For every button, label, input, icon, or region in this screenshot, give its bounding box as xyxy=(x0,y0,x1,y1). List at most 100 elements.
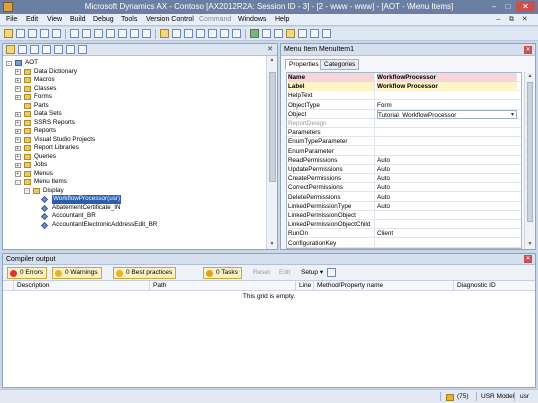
column-path[interactable]: Path xyxy=(149,281,295,291)
property-row[interactable]: Object Tutorial_WorkflowProcessor ▾ xyxy=(287,109,521,119)
tab-categories[interactable]: Categories xyxy=(320,59,360,70)
property-row[interactable]: HelpText xyxy=(287,91,521,101)
property-value[interactable] xyxy=(377,119,517,128)
property-row[interactable]: EnumTypeParameter xyxy=(287,137,521,147)
save-all-icon[interactable] xyxy=(28,29,37,38)
settings-icon[interactable] xyxy=(322,29,331,38)
run-icon[interactable] xyxy=(262,29,271,38)
mdi-restore-icon[interactable]: ⧉ xyxy=(507,15,516,24)
property-value[interactable] xyxy=(377,211,517,220)
compile-icon[interactable] xyxy=(250,29,259,38)
aot-node[interactable]: Parts xyxy=(3,102,265,111)
collapse-icon[interactable]: - xyxy=(6,60,12,66)
property-value[interactable]: Form xyxy=(377,101,517,110)
property-value[interactable]: Workflow Processor xyxy=(377,82,517,92)
property-row[interactable]: LinkedPermissionObjectChild xyxy=(287,220,521,230)
property-row[interactable]: Label Workflow Processor xyxy=(287,82,521,92)
breakpoint-icon[interactable] xyxy=(274,29,283,38)
aot-node[interactable]: WorkflowProcessor(usr) xyxy=(3,195,265,204)
property-value[interactable] xyxy=(377,147,517,156)
property-row[interactable]: ReadPermissions Auto xyxy=(287,155,521,165)
property-value[interactable]: Auto xyxy=(377,183,517,192)
setup-button[interactable]: Setup ▾ xyxy=(301,267,323,279)
warnings-filter-button[interactable]: 0 Warnings xyxy=(52,267,102,279)
undo-icon[interactable] xyxy=(70,29,79,38)
property-value[interactable]: Auto xyxy=(377,174,517,183)
aot-node[interactable]: Accountant_BR xyxy=(3,212,265,221)
notification-count[interactable]: (75) xyxy=(457,390,469,403)
property-row[interactable]: RunOn Client xyxy=(287,229,521,239)
property-value[interactable] xyxy=(377,239,517,248)
reset-button[interactable]: Reset xyxy=(253,267,270,279)
aot-import-icon[interactable] xyxy=(54,45,63,54)
new-icon[interactable] xyxy=(4,29,13,38)
aot-scroll-thumb[interactable] xyxy=(269,72,276,182)
aot-node[interactable]: AccountantElectronicAddressEdit_BR xyxy=(3,221,265,230)
paste-icon[interactable] xyxy=(118,29,127,38)
property-value[interactable]: Auto xyxy=(377,202,517,211)
aot-node[interactable]: - Menu Items xyxy=(3,178,265,187)
aot-node[interactable]: - Display xyxy=(3,187,265,196)
expand-icon[interactable]: + xyxy=(15,111,21,117)
tasks-filter-button[interactable]: 0 Tasks xyxy=(203,267,242,279)
collapse-icon[interactable]: - xyxy=(15,179,21,185)
expand-icon[interactable]: + xyxy=(15,162,21,168)
property-value[interactable]: WorkflowProcessor xyxy=(377,73,517,82)
aot-node[interactable]: + SSRS Reports xyxy=(3,119,265,128)
property-value[interactable]: Auto xyxy=(377,193,517,202)
property-value[interactable] xyxy=(377,137,517,146)
scroll-up-icon[interactable]: ▲ xyxy=(268,56,276,64)
find-icon[interactable] xyxy=(160,29,169,38)
go-first-icon[interactable] xyxy=(196,29,205,38)
property-row[interactable]: DeletePermissions Auto xyxy=(287,192,521,202)
property-value[interactable]: Auto xyxy=(377,165,517,174)
property-row[interactable]: ObjectType Form xyxy=(287,100,521,110)
go-last-icon[interactable] xyxy=(232,29,241,38)
copy-icon[interactable] xyxy=(106,29,115,38)
print-preview-icon[interactable] xyxy=(52,29,61,38)
property-value[interactable]: Tutorial_WorkflowProcessor ▾ xyxy=(377,109,517,119)
menu-windows[interactable]: Windows xyxy=(238,14,266,26)
property-value[interactable] xyxy=(377,91,517,100)
mdi-close-icon[interactable]: ✕ xyxy=(520,15,529,24)
collapse-icon[interactable]: - xyxy=(24,188,30,194)
filter-icon[interactable] xyxy=(172,29,181,38)
aot-close-icon[interactable]: ✕ xyxy=(265,45,275,54)
property-value[interactable] xyxy=(377,220,517,229)
aot-node[interactable]: + Queries xyxy=(3,153,265,162)
menu-debug[interactable]: Debug xyxy=(93,14,114,26)
help-icon[interactable] xyxy=(298,29,307,38)
tab-properties[interactable]: Properties xyxy=(285,59,323,70)
expand-icon[interactable]: + xyxy=(15,154,21,160)
menu-build[interactable]: Build xyxy=(70,14,86,26)
delete-icon[interactable] xyxy=(130,29,139,38)
aot-vertical-scrollbar[interactable]: ▲ ▼ xyxy=(266,56,277,249)
property-row[interactable]: UpdatePermissions Auto xyxy=(287,165,521,175)
expand-icon[interactable]: + xyxy=(15,137,21,143)
redo-icon[interactable] xyxy=(82,29,91,38)
expand-icon[interactable]: + xyxy=(15,86,21,92)
scroll-down-icon[interactable]: ▼ xyxy=(268,240,276,248)
model-indicator[interactable]: USR Model xyxy=(481,390,514,403)
expand-icon[interactable]: + xyxy=(15,94,21,100)
expand-icon[interactable]: + xyxy=(15,120,21,126)
aot-compile-icon[interactable] xyxy=(42,45,51,54)
errors-filter-button[interactable]: 0 Errors xyxy=(7,267,48,279)
expand-icon[interactable]: + xyxy=(15,69,21,75)
menu-edit[interactable]: Edit xyxy=(26,14,38,26)
cut-icon[interactable] xyxy=(94,29,103,38)
sort-icon[interactable] xyxy=(184,29,193,38)
property-row[interactable]: EnumParameter xyxy=(287,146,521,156)
notification-bell-icon[interactable] xyxy=(446,394,454,401)
aot-node[interactable]: + Reports xyxy=(3,127,265,136)
aot-node[interactable]: + Data Sets xyxy=(3,110,265,119)
save-icon[interactable] xyxy=(16,29,25,38)
menu-help[interactable]: Help xyxy=(275,14,289,26)
property-row[interactable]: ReportDesign xyxy=(287,119,521,129)
expand-icon[interactable]: + xyxy=(15,128,21,134)
lock-icon[interactable] xyxy=(286,29,295,38)
column-diagnostic-id[interactable]: Diagnostic ID xyxy=(453,281,535,291)
expand-icon[interactable]: + xyxy=(15,77,21,83)
menu-command[interactable]: Command xyxy=(199,14,231,26)
aot-node[interactable]: + Data Dictionary xyxy=(3,68,265,77)
